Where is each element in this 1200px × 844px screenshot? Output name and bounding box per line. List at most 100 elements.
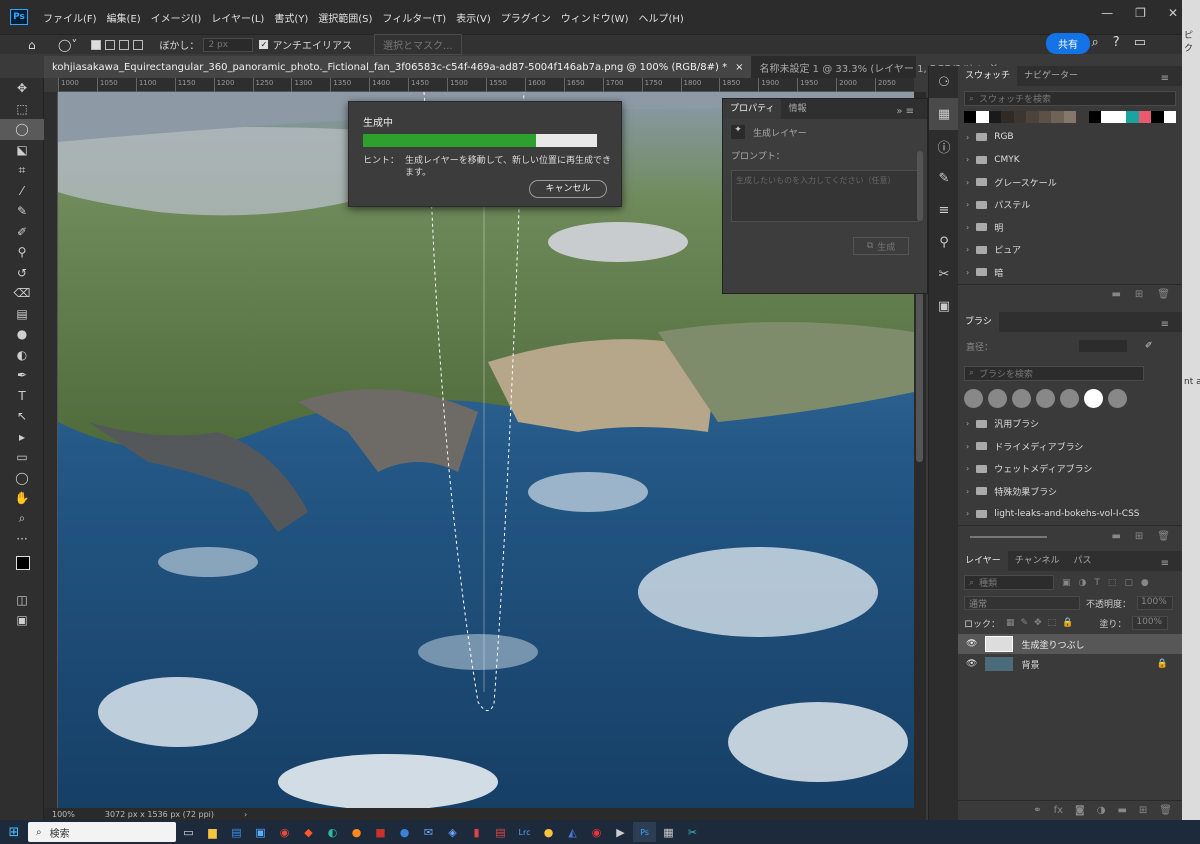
more-tools-icon[interactable]: ··· <box>0 529 44 550</box>
help-icon[interactable]: ? <box>1113 35 1120 50</box>
hand-tool-icon[interactable]: ✋ <box>0 488 44 509</box>
tab-layers[interactable]: レイヤー <box>958 551 1008 571</box>
link-layers-icon[interactable]: ⚭ <box>1033 805 1041 816</box>
menu-filter[interactable]: フィルター(T) <box>377 10 451 25</box>
tab-navigator[interactable]: ナビゲーター <box>1017 66 1085 86</box>
color-swatch[interactable] <box>1101 111 1114 123</box>
folder-item[interactable]: › グレースケール <box>958 171 1182 194</box>
color-swatch[interactable] <box>1026 111 1039 123</box>
brush-size-input[interactable] <box>1079 340 1128 352</box>
eyedropper-tool-icon[interactable]: ⁄ <box>0 181 44 202</box>
swatches-panel-icon[interactable]: ⚆ <box>929 66 959 98</box>
folder-item[interactable]: › 特殊効果ブラシ <box>958 480 1182 503</box>
delete-icon[interactable]: 🗑 <box>1157 531 1170 542</box>
add-selection-icon[interactable] <box>105 39 116 50</box>
blend-mode-select[interactable]: 通常 <box>964 596 1080 610</box>
brush-size-slider[interactable] <box>970 535 1048 538</box>
chevron-right-icon[interactable]: › <box>966 223 969 232</box>
new-group-icon[interactable]: ▬ <box>1111 289 1120 302</box>
select-and-mask-button[interactable]: 選択とマスク... <box>374 34 462 55</box>
color-swatch[interactable] <box>1088 111 1102 123</box>
eraser-tool-icon[interactable]: ⌫ <box>0 283 44 304</box>
delete-layer-icon[interactable]: 🗑 <box>1159 805 1172 816</box>
info-panel-icon[interactable]: ⓘ <box>929 130 959 162</box>
pen-tool-icon[interactable]: ✒ <box>0 365 44 386</box>
new-swatch-icon[interactable]: ⊞ <box>1135 289 1143 302</box>
folder-item[interactable]: › 暗 <box>958 261 1182 284</box>
folder-item[interactable]: › ウェットメディアブラシ <box>958 458 1182 481</box>
taskbar-search[interactable]: ⌕ 検索 <box>28 822 176 842</box>
lock-all-icon[interactable]: 🔒 <box>1062 618 1073 628</box>
filter-toggle-icon[interactable]: ● <box>1141 578 1149 588</box>
prompt-input[interactable]: 生成したいものを入力してください（任意） <box>731 170 919 222</box>
brush-preset[interactable] <box>1060 388 1079 408</box>
chevron-right-icon[interactable]: › <box>966 464 969 473</box>
brush-preset[interactable] <box>964 388 983 408</box>
add-mask-icon[interactable]: ◙ <box>1075 805 1085 816</box>
maximize-icon[interactable]: ❐ <box>1135 6 1146 20</box>
color-swatch[interactable] <box>1138 111 1152 123</box>
color-swatch[interactable] <box>964 111 977 123</box>
eye-icon[interactable]: 👁 <box>966 639 977 649</box>
foreground-color-swatch[interactable] <box>16 555 30 570</box>
layer-filter-select[interactable]: ⌕ 種類 <box>964 575 1054 590</box>
color-swatch[interactable] <box>1126 111 1139 123</box>
tab-paths[interactable]: パス <box>1066 551 1098 571</box>
lock-artboard-icon[interactable]: ⬚ <box>1048 618 1057 628</box>
status-arrow-icon[interactable]: › <box>244 810 247 819</box>
lasso-tool-preset-icon[interactable]: ◯˅ <box>58 38 77 52</box>
properties-panel-icon[interactable]: ▦ <box>929 98 959 130</box>
layer-row-background[interactable]: 👁 背景 🔒 <box>958 654 1182 674</box>
menu-view[interactable]: 表示(V) <box>451 10 496 25</box>
clone-stamp-tool-icon[interactable]: ⚲ <box>0 242 44 263</box>
folder-item[interactable]: › CMYK <box>958 149 1182 172</box>
menu-image[interactable]: イメージ(I) <box>146 10 207 25</box>
eye-icon[interactable]: 👁 <box>966 659 977 669</box>
panel-menu-icon[interactable]: ≡ <box>1154 554 1176 574</box>
color-swatch[interactable] <box>1063 111 1077 123</box>
brush-preset[interactable] <box>1108 388 1127 408</box>
chevron-right-icon[interactable]: › <box>966 155 969 164</box>
brave-icon[interactable]: ◆ <box>297 822 320 842</box>
filter-type-icon[interactable]: T <box>1094 578 1100 588</box>
thunderbird-icon[interactable]: ● <box>393 822 416 842</box>
tools-presets-icon[interactable]: ✂ <box>929 258 959 290</box>
color-swatches-icon[interactable] <box>0 550 44 590</box>
workspace-icon[interactable]: ▭ <box>1134 35 1146 50</box>
brush-preset[interactable] <box>1036 388 1055 408</box>
sticky-app-icon[interactable]: ● <box>537 822 560 842</box>
search-icon[interactable]: ⌕ <box>1092 35 1099 50</box>
menu-select[interactable]: 選択範囲(S) <box>313 10 377 25</box>
color-swatch[interactable] <box>1151 111 1164 123</box>
menu-edit[interactable]: 編集(E) <box>102 10 146 25</box>
lock-image-icon[interactable]: ✎ <box>1021 618 1029 628</box>
properties-scrollbar[interactable] <box>917 151 923 221</box>
adjustments-icon[interactable]: ≡ <box>929 194 959 226</box>
color-swatch[interactable] <box>1163 111 1176 123</box>
filter-smart-icon[interactable]: ▢ <box>1124 578 1133 588</box>
menu-plugins[interactable]: プラグイン <box>496 10 556 25</box>
menu-layer[interactable]: レイヤー(L) <box>206 10 269 25</box>
new-layer-icon[interactable]: ⊞ <box>1139 805 1147 816</box>
chrome-icon[interactable]: ◉ <box>273 822 296 842</box>
zoom-level[interactable]: 100% <box>52 810 75 819</box>
minimize-icon[interactable]: — <box>1101 6 1113 20</box>
brush-preview-icon[interactable]: ✐ <box>1145 341 1153 351</box>
file-explorer-icon[interactable]: ▆ <box>201 822 224 842</box>
dodge-tool-icon[interactable]: ◐ <box>0 345 44 366</box>
ellipse-tool-icon[interactable]: ◯ <box>0 468 44 489</box>
chevron-right-icon[interactable]: › <box>966 442 969 451</box>
start-button-icon[interactable]: ⊞ <box>0 820 28 844</box>
share-button[interactable]: 共有 <box>1046 33 1090 54</box>
folder-item[interactable]: › ピュア <box>958 239 1182 262</box>
crop-tool-icon[interactable]: ⌗ <box>0 160 44 181</box>
delete-icon[interactable]: 🗑 <box>1157 289 1170 302</box>
tab-swatches[interactable]: スウォッチ <box>958 66 1018 86</box>
chevron-right-icon[interactable]: › <box>966 245 969 254</box>
firefox-icon[interactable]: ● <box>345 822 368 842</box>
color-swatch[interactable] <box>1076 111 1089 123</box>
zoom-tool-icon[interactable]: ⌕ <box>0 509 44 530</box>
clone-source-icon[interactable]: ⚲ <box>929 226 959 258</box>
color-swatch[interactable] <box>1013 111 1027 123</box>
chevron-right-icon[interactable]: › <box>966 268 969 277</box>
